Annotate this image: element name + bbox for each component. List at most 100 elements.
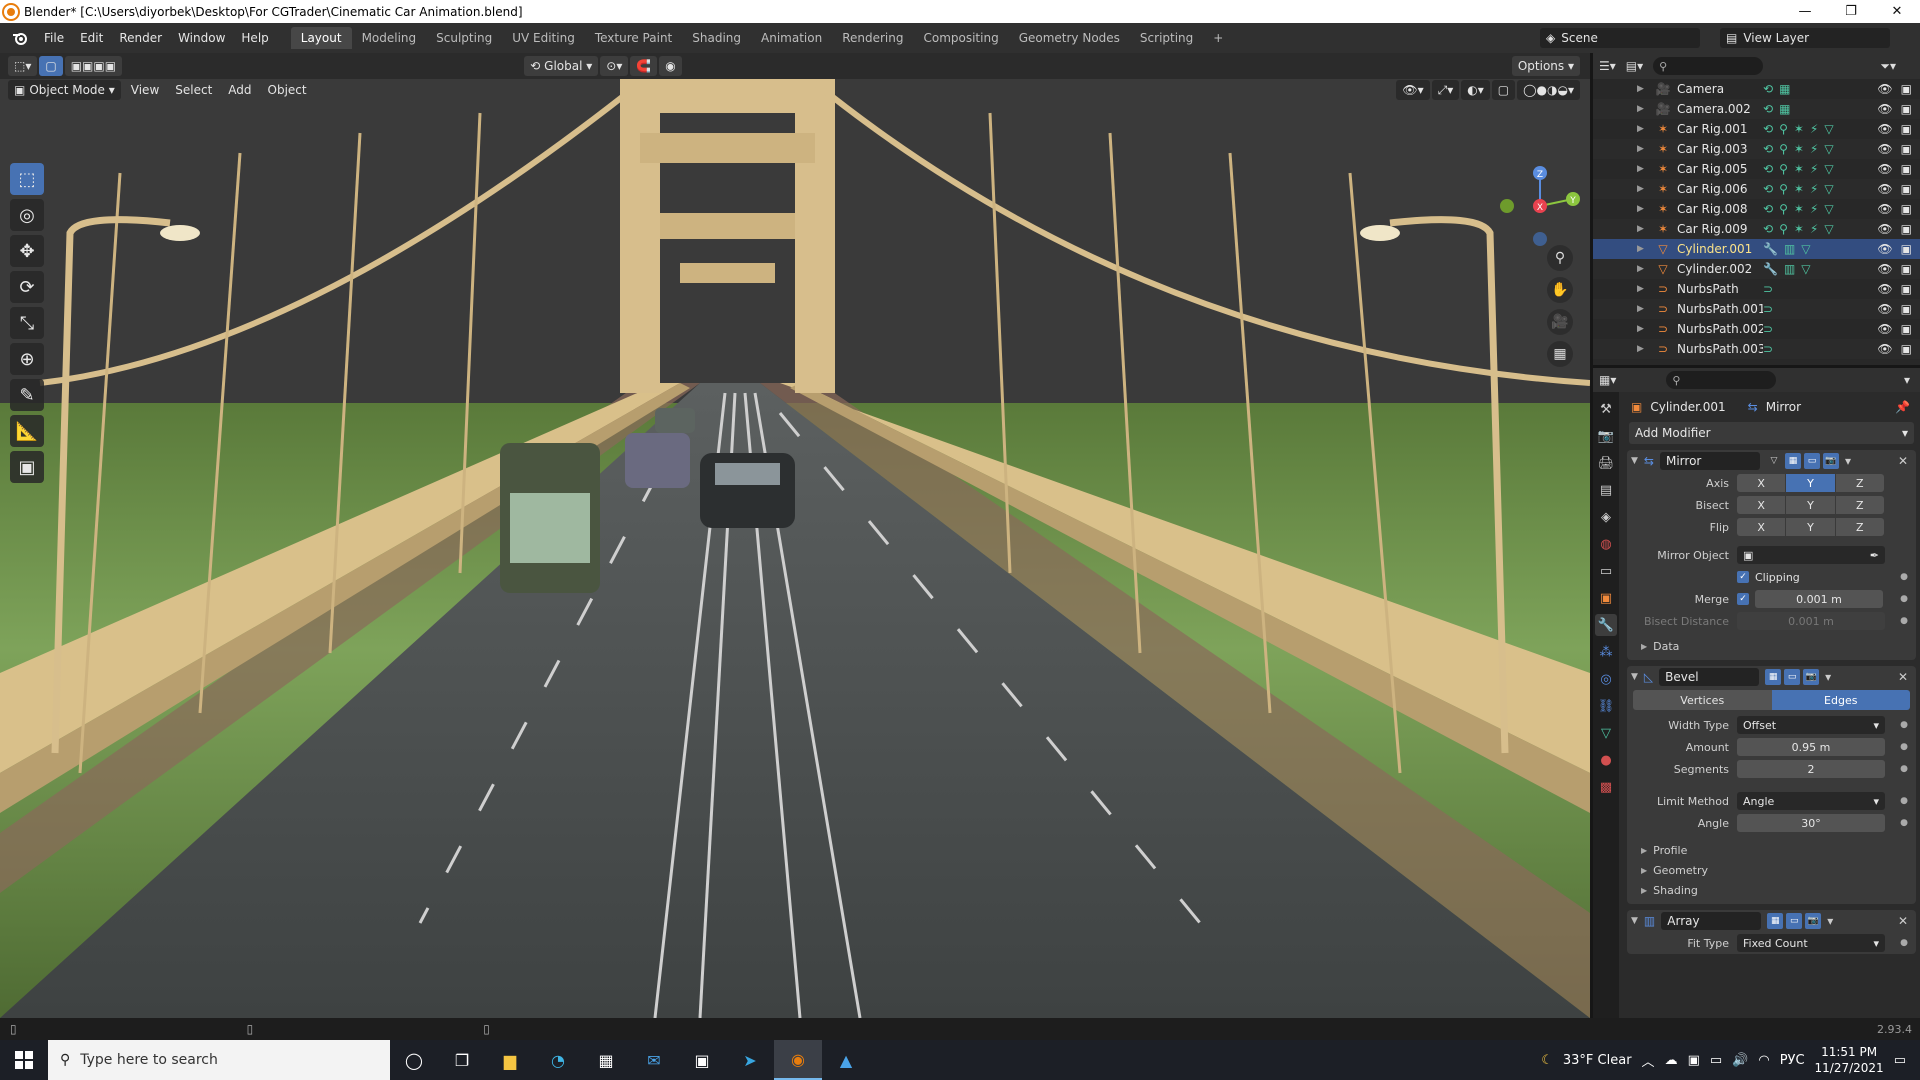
add-cube-tool-icon[interactable]: ▣ [10, 451, 44, 483]
close-button[interactable]: ✕ [1874, 0, 1920, 23]
dropdown-icon[interactable]: ▾ [1827, 914, 1833, 928]
outliner-editor-icon[interactable]: ☰▾ [1599, 59, 1616, 73]
menu-render[interactable]: Render [111, 31, 170, 45]
render-camera-icon[interactable]: ▣ [1901, 322, 1912, 336]
edges-tab[interactable]: Edges [1771, 690, 1910, 710]
expand-arrow-icon[interactable]: ▶ [1637, 244, 1655, 254]
physics-tab-icon[interactable]: ◎ [1595, 668, 1617, 690]
clipping-checkbox[interactable]: ✓ [1737, 571, 1749, 583]
collapse-arrow-icon[interactable]: ▼ [1631, 456, 1638, 466]
modifier-data-icon[interactable]: ⚲ [1779, 162, 1788, 176]
modifier-data-icon[interactable]: ⊃ [1763, 282, 1773, 296]
language-indicator[interactable]: РУС [1780, 1053, 1805, 1068]
bisect-y-button[interactable]: Y [1786, 496, 1835, 514]
limit-method-dropdown[interactable]: Angle ▾ [1737, 792, 1885, 810]
transform-tool-icon[interactable]: ⊕ [10, 343, 44, 375]
blender-taskbar-icon[interactable]: ◉ [774, 1040, 822, 1080]
outliner-row[interactable]: ▶ ⊃ NurbsPath ⊃ 👁 ▣ [1593, 279, 1920, 299]
navigation-gizmo[interactable]: X Z Y [1495, 161, 1585, 251]
tab-uv-editing[interactable]: UV Editing [502, 27, 585, 49]
output-tab-icon[interactable]: 🖨 [1595, 452, 1617, 474]
keyframe-dot-icon[interactable]: ● [1900, 572, 1908, 582]
keyframe-dot-icon[interactable]: ● [1900, 594, 1908, 604]
edge-browser-icon[interactable]: ◔ [534, 1040, 582, 1080]
cursor-tool-icon[interactable]: ◎ [10, 199, 44, 231]
viewport-menu-select[interactable]: Select [167, 83, 220, 97]
keyframe-dot-icon[interactable]: ● [1900, 720, 1908, 730]
pan-hand-icon[interactable]: ✋ [1547, 277, 1573, 303]
vertices-tab[interactable]: Vertices [1633, 690, 1772, 710]
menu-file[interactable]: File [36, 31, 72, 45]
eye-icon[interactable]: 👁 [1877, 222, 1892, 236]
outliner-row[interactable]: ▶ ⊃ NurbsPath.003 ⊃ 👁 ▣ [1593, 339, 1920, 359]
tray-expand-icon[interactable]: ︿ [1642, 1051, 1655, 1070]
array-name-field[interactable]: Array [1661, 912, 1762, 930]
shading-modes-icon[interactable]: ◯●◑◒▾ [1517, 80, 1580, 100]
scene-tab-icon[interactable]: ◈ [1595, 506, 1617, 528]
eye-icon[interactable]: 👁 [1877, 162, 1892, 176]
tab-scripting[interactable]: Scripting [1130, 27, 1203, 49]
device-icon[interactable]: ▣ [1688, 1053, 1700, 1068]
modifier-data-icon[interactable]: ▽ [1801, 262, 1810, 276]
render-camera-icon[interactable]: ▣ [1901, 182, 1912, 196]
modifier-data-icon[interactable]: ⚡ [1810, 202, 1818, 216]
modifier-data-icon[interactable]: ⟲ [1763, 102, 1773, 116]
file-explorer-icon[interactable]: ▆ [486, 1040, 534, 1080]
modifier-data-icon[interactable]: 🔧 [1763, 262, 1778, 276]
grid-view-icon[interactable]: ▦ [1547, 341, 1573, 367]
modifier-data-icon[interactable]: ▥ [1784, 242, 1795, 256]
modifier-data-icon[interactable]: ⊃ [1763, 302, 1773, 316]
eye-icon[interactable]: 👁 [1877, 242, 1892, 256]
microsoft-store-icon[interactable]: ▦ [582, 1040, 630, 1080]
annotate-tool-icon[interactable]: ✎ [10, 379, 44, 411]
modifier-data-icon[interactable]: ▽ [1824, 182, 1833, 196]
constraints-tab-icon[interactable]: ⛓ [1595, 695, 1617, 717]
modifier-data-icon[interactable]: ✶ [1794, 162, 1804, 176]
view-layer-selector[interactable]: ▤ View Layer [1720, 28, 1890, 48]
collapse-arrow-icon[interactable]: ▼ [1631, 916, 1638, 926]
modifier-data-icon[interactable]: ⟲ [1763, 82, 1773, 96]
eye-icon[interactable]: 👁 [1877, 142, 1892, 156]
render-camera-icon[interactable]: ▣ [1901, 282, 1912, 296]
select-box-tool-icon[interactable]: ⬚ [10, 163, 44, 195]
modifier-data-icon[interactable]: ⚡ [1810, 162, 1818, 176]
proportional-edit-icon[interactable]: ◉ [659, 56, 682, 76]
outliner-row[interactable]: ▶ ⊃ NurbsPath.001 ⊃ 👁 ▣ [1593, 299, 1920, 319]
remove-modifier-icon[interactable]: ✕ [1898, 670, 1908, 684]
render-camera-icon[interactable]: ▣ [1901, 262, 1912, 276]
eye-icon[interactable]: 👁 [1877, 82, 1892, 96]
render-camera-icon[interactable]: ▣ [1901, 222, 1912, 236]
snap-icon[interactable]: 🧲 [630, 56, 658, 76]
bisect-distance-field[interactable]: 0.001 m [1737, 612, 1885, 630]
mirror-name-field[interactable]: Mirror [1659, 452, 1760, 470]
cortana-icon[interactable]: ◯ [390, 1040, 438, 1080]
realtime-icon[interactable]: ▭ [1784, 669, 1801, 685]
expand-arrow-icon[interactable]: ▶ [1637, 204, 1655, 214]
amount-field[interactable]: 0.95 m [1737, 738, 1885, 756]
menu-help[interactable]: Help [233, 31, 276, 45]
data-subpanel[interactable]: ▶ Data [1627, 636, 1916, 656]
scene-selector[interactable]: ◈ Scene [1540, 28, 1700, 48]
particles-tab-icon[interactable]: ⁂ [1595, 641, 1617, 663]
modifier-data-icon[interactable]: 🔧 [1763, 242, 1778, 256]
flip-x-button[interactable]: X [1737, 518, 1786, 536]
visibility-icon[interactable]: 👁▾ [1396, 80, 1430, 100]
modifier-data-icon[interactable]: ⟲ [1763, 142, 1773, 156]
render-camera-icon[interactable]: ▣ [1901, 102, 1912, 116]
maximize-button[interactable]: ❐ [1828, 0, 1874, 23]
expand-arrow-icon[interactable]: ▶ [1637, 324, 1655, 334]
expand-arrow-icon[interactable]: ▶ [1637, 84, 1655, 94]
render-camera-icon[interactable]: ▣ [1901, 302, 1912, 316]
modifier-data-icon[interactable]: ⚲ [1779, 142, 1788, 156]
tab-modeling[interactable]: Modeling [352, 27, 427, 49]
render-camera-icon[interactable]: ▣ [1901, 342, 1912, 356]
rotate-tool-icon[interactable]: ⟳ [10, 271, 44, 303]
dropdown-icon[interactable]: ▾ [1845, 454, 1851, 468]
outliner-display-icon[interactable]: ▤▾ [1626, 59, 1643, 73]
axis-x-button[interactable]: X [1737, 474, 1786, 492]
render-camera-icon[interactable]: ▣ [1901, 122, 1912, 136]
angle-field[interactable]: 30° [1737, 814, 1885, 832]
keyframe-dot-icon[interactable]: ● [1900, 616, 1908, 626]
keyframe-dot-icon[interactable]: ● [1900, 938, 1908, 948]
bisect-z-button[interactable]: Z [1835, 496, 1884, 514]
